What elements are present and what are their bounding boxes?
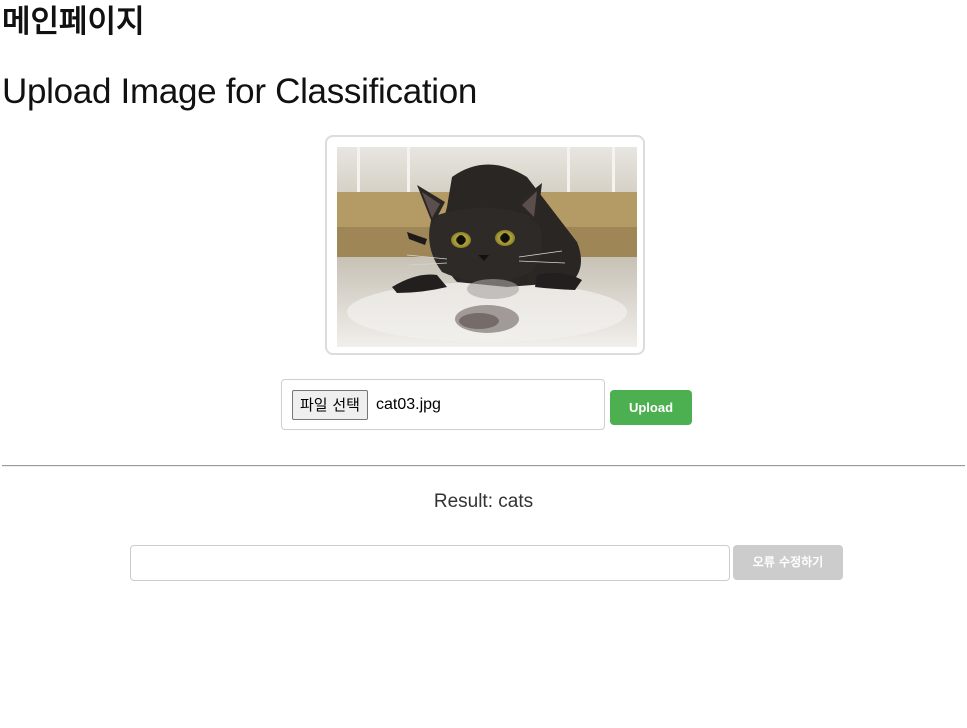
section-divider [2, 465, 965, 467]
image-preview [337, 147, 637, 347]
image-preview-frame [325, 135, 645, 355]
fix-error-button[interactable]: 오류 수정하기 [733, 545, 843, 580]
file-input-box[interactable]: 파일 선택 cat03.jpg [281, 379, 605, 430]
main-page-title: 메인페이지 [2, 4, 145, 40]
upload-heading: Upload Image for Classification [2, 72, 478, 111]
choose-file-button[interactable]: 파일 선택 [292, 390, 368, 420]
cat-photo-image [337, 147, 637, 347]
result-text: Result: cats [433, 491, 534, 512]
selected-file-name: cat03.jpg [376, 396, 441, 413]
upload-button[interactable]: Upload [610, 390, 692, 425]
page: 메인페이지 Upload Image for Classification 파일… [0, 0, 967, 728]
correction-input[interactable] [130, 545, 730, 581]
